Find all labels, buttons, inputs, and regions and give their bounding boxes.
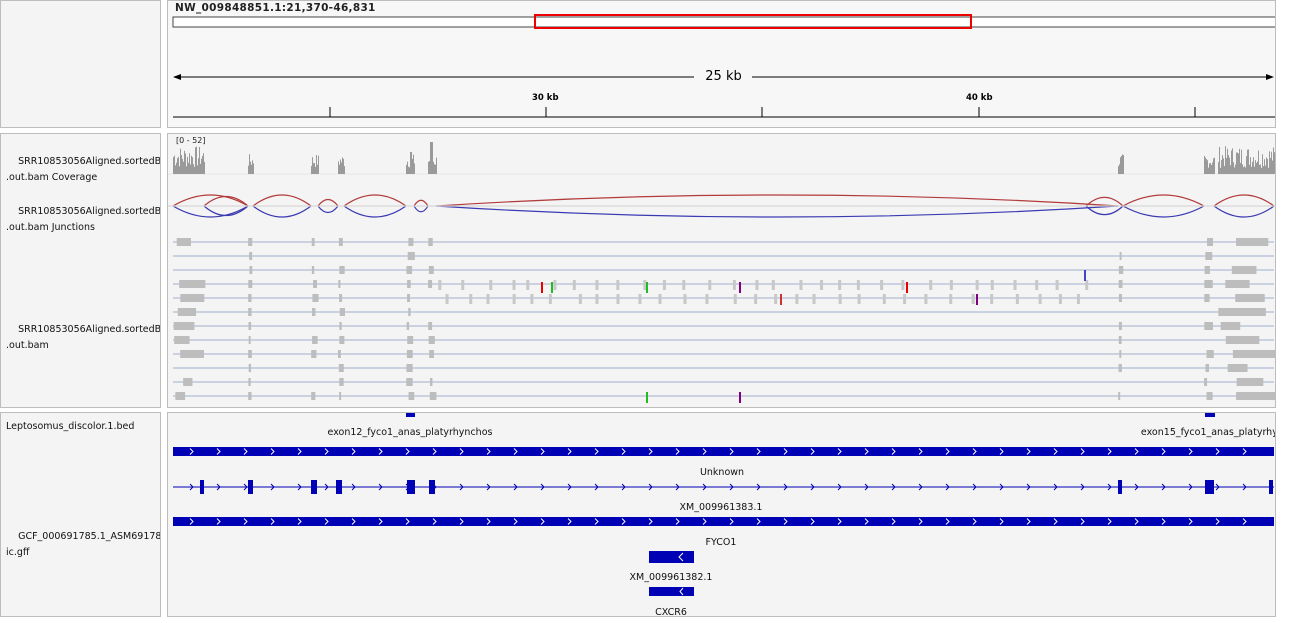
span-label: 25 kb (705, 69, 742, 84)
tick-label-30kb: 30 kb (532, 93, 559, 103)
bed-label-exon15: exon15_fyco1_anas_platyrhync (1140, 427, 1276, 438)
bed-feature-exon15 (1205, 413, 1215, 417)
alignment-track (173, 238, 1275, 403)
span-arrow-left (173, 74, 181, 80)
gff-track-name[interactable]: GCF_000691785.1_ASM69178v1_ic.gff (6, 513, 160, 577)
junction-track (168, 194, 1275, 218)
data-tracks-panel: [0 - 52] (167, 133, 1276, 408)
bed-feature-exon12 (406, 413, 415, 417)
gff-label-fyco1: FYCO1 (705, 537, 737, 548)
data-track-names-panel: SRR10853056Aligned.sortedByCo.out.bam Co… (0, 133, 161, 408)
gene-bar-cxcr6 (649, 587, 694, 596)
chromosome-ideogram (172, 16, 1275, 28)
feature-tracks-svg[interactable] (168, 413, 1276, 617)
gene-bar-unknown (173, 447, 1274, 456)
span-arrow-right (1266, 74, 1274, 80)
transcript-xm-009961382 (649, 551, 694, 563)
ruler-svg (172, 14, 1275, 118)
feature-track-names-panel: Leptosomus_discolor.1.bed GCF_000691785.… (0, 412, 161, 617)
junctions-track-name[interactable]: SRR10853056Aligned.sortedByCo.out.bam Ju… (6, 188, 160, 252)
coverage-track (168, 142, 1275, 175)
bed-track-name[interactable]: Leptosomus_discolor.1.bed (6, 419, 134, 435)
gene-bar-fyco1 (173, 517, 1274, 526)
feature-tracks-panel: exon12_fyco1_anas_platyrhynchos exon15_f… (167, 412, 1276, 617)
data-tracks-svg[interactable] (168, 134, 1276, 408)
tick-label-40kb: 40 kb (966, 93, 993, 103)
gff-label-xm-009961382: XM_009961382.1 (629, 572, 713, 583)
gff-label-unknown: Unknown (699, 467, 745, 478)
ruler-panel: NW_009848851.1:21,370-46,831 25 kb 30 kb… (167, 0, 1276, 128)
ruler-name-panel (0, 0, 161, 128)
bed-label-exon12: exon12_fyco1_anas_platyrhynchos (327, 427, 493, 438)
gff-label-xm-009961383: XM_009961383.1 (679, 502, 763, 513)
gff-label-cxcr6: CXCR6 (655, 607, 687, 617)
alignment-track-name[interactable]: SRR10853056Aligned.sortedByCo.out.bam (6, 306, 160, 370)
